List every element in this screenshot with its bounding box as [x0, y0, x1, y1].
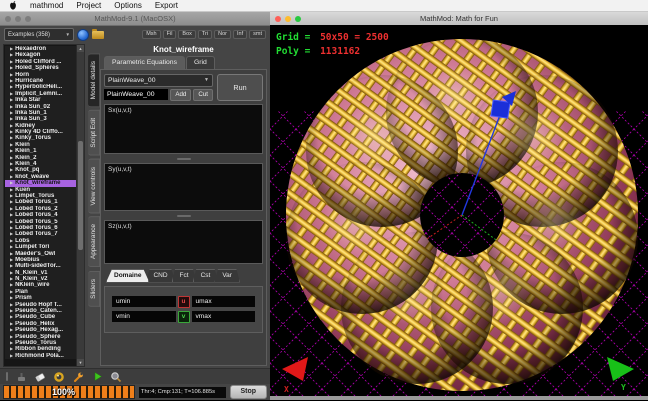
- left-window-titlebar[interactable]: MathMod-9.1 (MacOSX): [0, 12, 270, 26]
- scroll-up-icon[interactable]: ▲: [77, 45, 84, 52]
- equation-tab-bar: Parametric EquationsGrid: [100, 56, 267, 69]
- render-mode-buttons: MshFilBoxTriNorInfsmt: [142, 30, 266, 40]
- torus-model-icon[interactable]: [53, 371, 65, 383]
- play-icon[interactable]: [91, 371, 103, 383]
- mathmod-control-window: MathMod-9.1 (MacOSX) Examples (358) ▼ Ms…: [0, 12, 270, 400]
- umin-field[interactable]: umin: [112, 296, 176, 307]
- vmin-field[interactable]: vmin: [112, 311, 176, 322]
- side-tab[interactable]: Script Edit: [88, 110, 100, 156]
- splitter-handle[interactable]: [104, 157, 263, 160]
- opengl-viewport[interactable]: X Y Grid = 50x50 = 2500 Poly = 1131162: [270, 25, 648, 396]
- side-tab[interactable]: Appearance: [88, 216, 100, 267]
- side-tab[interactable]: View controls: [88, 159, 100, 214]
- model-select-dropdown[interactable]: PlainWeave_00 ▼: [104, 74, 213, 87]
- domain-tab[interactable]: CND: [145, 269, 175, 283]
- status-info: Thr:4; Cmp:131; T=106.885s: [139, 387, 226, 398]
- splitter-handle[interactable]: [104, 214, 263, 217]
- stop-button[interactable]: Stop: [230, 385, 267, 399]
- sz-equation-editor[interactable]: Sz(u,v,t): [104, 220, 263, 264]
- sx-equation-editor[interactable]: Sx(u,v,t): [104, 104, 263, 154]
- wrench-icon[interactable]: [72, 371, 84, 383]
- domain-tab[interactable]: Cst: [193, 269, 219, 283]
- mathmod-3d-window: MathMod: Math for Fun: [270, 12, 648, 400]
- render-mode-button[interactable]: Fil: [163, 30, 177, 40]
- model-name-input[interactable]: PlainWeave_00: [104, 89, 168, 100]
- menu-item-export[interactable]: Export: [155, 1, 178, 10]
- render-mode-button[interactable]: Msh: [142, 30, 160, 40]
- left-toolbar: Examples (358) ▼ MshFilBoxTriNorInfsmt: [0, 26, 270, 43]
- sy-equation-editor[interactable]: Sy(u,v,t): [104, 163, 263, 211]
- render-mode-button[interactable]: smt: [249, 30, 266, 40]
- chevron-down-icon: ▼: [66, 32, 70, 37]
- cut-button[interactable]: Cut: [193, 89, 213, 101]
- screenshot-root: { "menu_bar": {"items": ["mathmod", "Pro…: [0, 0, 648, 400]
- menu-item-project[interactable]: Project: [76, 1, 101, 10]
- add-button[interactable]: Add: [170, 89, 191, 101]
- umax-field[interactable]: umax: [192, 296, 256, 307]
- examples-scrollbar[interactable]: ▲ ▼: [76, 45, 84, 366]
- right-window-titlebar[interactable]: MathMod: Math for Fun: [270, 12, 648, 26]
- left-window-title: MathMod-9.1 (MacOSX): [0, 14, 270, 23]
- status-bar: 100% Thr:4; Cmp:131; T=106.885s Stop: [0, 384, 270, 400]
- render-mode-button[interactable]: Nor: [214, 30, 231, 40]
- right-window-title: MathMod: Math for Fun: [270, 14, 648, 23]
- render-mode-button[interactable]: Box: [178, 30, 195, 40]
- domain-tab[interactable]: Domaine: [106, 269, 149, 283]
- grid-info-text: Grid = 50x50 = 2500: [276, 32, 389, 43]
- domain-frame: umin u umax vmin v vmax: [104, 286, 263, 333]
- domain-tab[interactable]: Var: [214, 269, 240, 283]
- equation-tab[interactable]: Parametric Equations: [104, 56, 185, 69]
- reload-icon[interactable]: [77, 29, 89, 41]
- side-tab[interactable]: Sliders: [88, 271, 100, 307]
- panel-title: Knot_wireframe: [100, 43, 267, 56]
- menu-item-app[interactable]: mathmod: [30, 1, 63, 10]
- stamp-tool-icon[interactable]: [15, 371, 27, 383]
- bottom-icon-toolbar: [0, 368, 270, 384]
- model-details-panel: Knot_wireframe Parametric EquationsGrid …: [100, 43, 270, 368]
- domain-tab[interactable]: Fct: [172, 269, 197, 283]
- y-axis-label: Y: [621, 383, 626, 392]
- toolbar-drag-handle[interactable]: [6, 372, 8, 381]
- v-parameter-badge[interactable]: v: [178, 311, 190, 323]
- eraser-icon[interactable]: [34, 371, 46, 383]
- magnifier-icon[interactable]: [110, 371, 122, 383]
- chevron-down-icon: ▼: [204, 77, 209, 83]
- u-parameter-badge[interactable]: u: [178, 296, 190, 308]
- examples-dropdown[interactable]: Examples (358) ▼: [4, 28, 74, 41]
- progress-percent: 100%: [52, 386, 75, 398]
- side-tab[interactable]: Model details: [88, 53, 100, 107]
- examples-list: ▶Hexaedron▶Hexagon▶Holed Clifford ...▶Ho…: [3, 44, 85, 367]
- vmax-field[interactable]: vmax: [192, 311, 256, 322]
- menu-item-options[interactable]: Options: [114, 1, 142, 10]
- domain-tab-bar: DomaineCNDFctCstVar: [104, 269, 263, 283]
- apple-logo-icon[interactable]: [9, 1, 17, 10]
- left-main-area: ▶Hexaedron▶Hexagon▶Holed Clifford ...▶Ho…: [0, 43, 270, 368]
- open-file-icon[interactable]: [92, 31, 104, 39]
- disclosure-icon: ▶: [10, 353, 13, 359]
- example-list-item[interactable]: ▶Richmond Pola...: [5, 353, 76, 359]
- examples-rows: ▶Hexaedron▶Hexagon▶Holed Clifford ...▶Ho…: [5, 46, 76, 365]
- x-axis-label: X: [284, 385, 289, 394]
- side-tab-bar: Model details Script Edit View controls App…: [85, 43, 100, 368]
- macos-menu-bar: mathmod Project Options Export: [0, 0, 648, 12]
- scroll-down-icon[interactable]: ▼: [77, 359, 84, 366]
- render-mode-button[interactable]: Inf: [233, 30, 247, 40]
- equation-tab[interactable]: Grid: [186, 56, 215, 69]
- window-bottom-edge: [270, 396, 648, 400]
- render-progress-bar: 100%: [3, 385, 135, 399]
- torus-3d-render[interactable]: X Y Grid = 50x50 = 2500 Poly = 1131162: [270, 25, 648, 396]
- render-mode-button[interactable]: Tri: [198, 30, 212, 40]
- run-button[interactable]: Run: [217, 74, 263, 101]
- parametric-equations-frame: PlainWeave_00 ▼ PlainWeave_00 Add Cut Ru…: [100, 69, 267, 366]
- z-axis-handle-cube[interactable]: [491, 100, 510, 118]
- scrollbar-thumb[interactable]: [78, 141, 83, 250]
